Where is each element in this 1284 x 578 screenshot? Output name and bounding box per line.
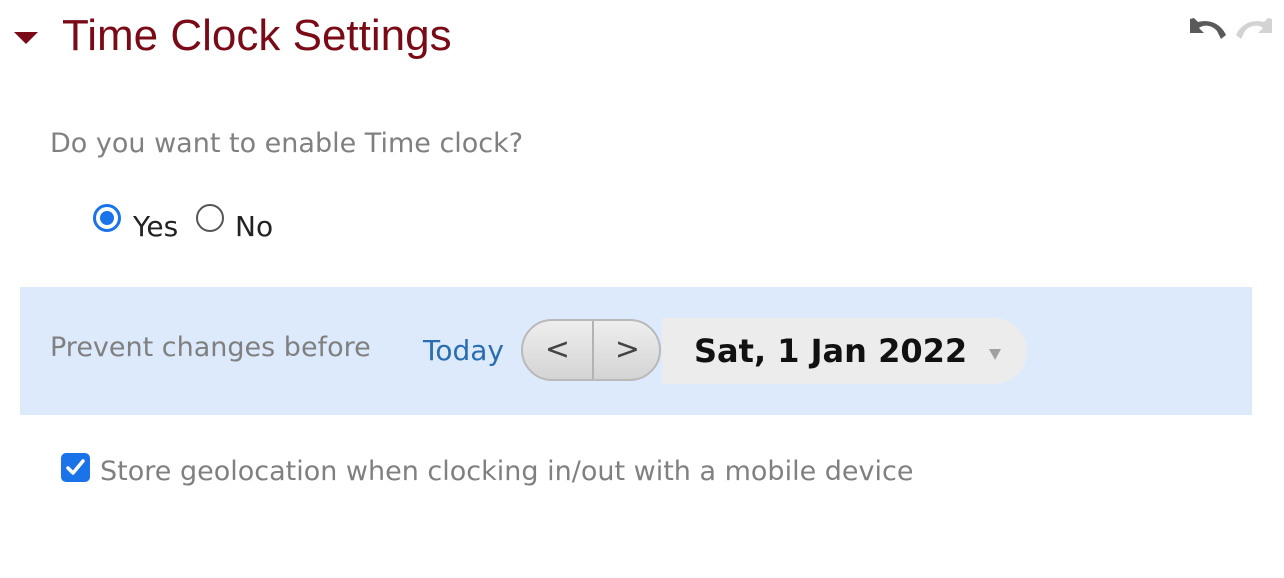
geolocation-label[interactable]: Store geolocation when clocking in/out w… (100, 456, 913, 487)
previous-date-button[interactable]: < (523, 321, 594, 379)
enable-time-clock-question: Do you want to enable Time clock? (50, 128, 524, 159)
undo-icon[interactable] (1184, 14, 1228, 44)
section-title: Time Clock Settings (62, 11, 452, 60)
next-date-button[interactable]: > (593, 321, 659, 379)
time-clock-settings-page: Time Clock Settings Do you want to enabl… (0, 0, 1284, 578)
prevent-changes-row: Prevent changes before Today < > Sat, 1 … (20, 287, 1252, 415)
section-header: Time Clock Settings (0, 0, 1284, 80)
radio-yes-label[interactable]: Yes (133, 210, 178, 243)
date-select[interactable]: Sat, 1 Jan 2022 (662, 318, 1027, 384)
prevent-changes-label: Prevent changes before (50, 332, 371, 363)
caret-down-icon (988, 346, 1002, 360)
date-nav-buttons: < > (521, 319, 661, 381)
radio-no-label[interactable]: No (235, 210, 273, 243)
geolocation-checkbox[interactable] (61, 453, 90, 482)
radio-no[interactable] (196, 204, 224, 232)
caret-down-icon[interactable] (13, 30, 39, 44)
redo-icon[interactable] (1234, 14, 1278, 44)
today-link[interactable]: Today (423, 334, 504, 367)
checkmark-icon (66, 459, 85, 475)
selected-date: Sat, 1 Jan 2022 (694, 332, 968, 370)
radio-yes[interactable] (93, 204, 121, 232)
